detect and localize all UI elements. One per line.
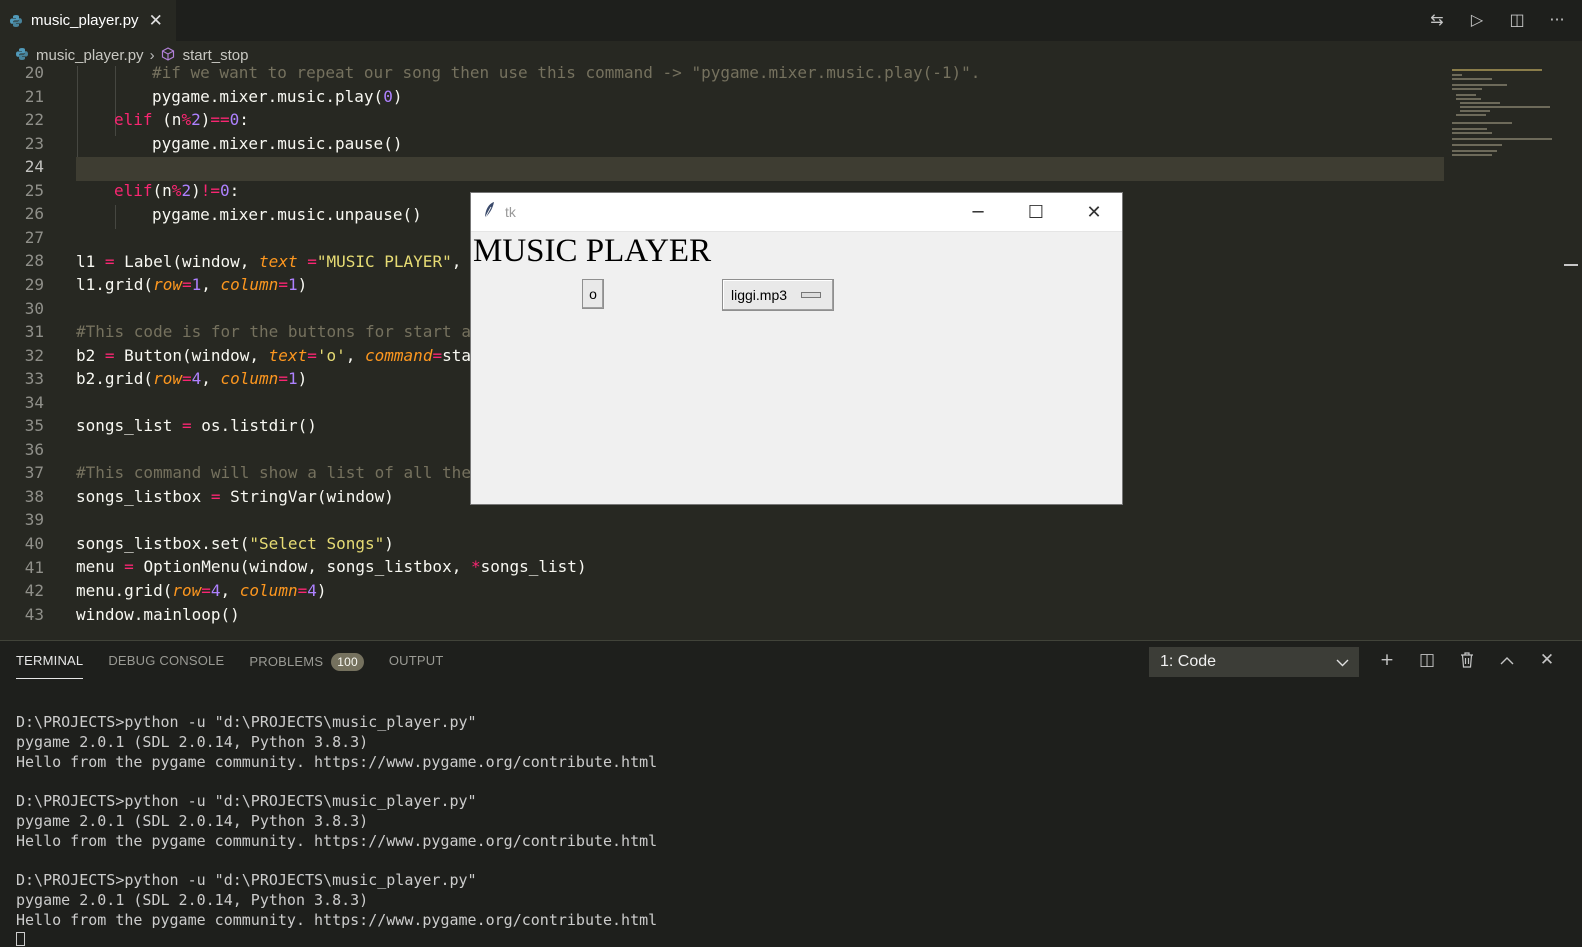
compare-changes-icon[interactable]: ⇆ [1426,8,1448,30]
code-line-43: window.mainloop() [76,605,240,624]
breadcrumb: music_player.py › start_stop [0,41,1582,69]
tab-bar: music_player.py ✕ ⇆ ▷ ◫ ··· [0,0,1582,41]
close-panel-icon[interactable]: ✕ [1536,649,1558,671]
terminal-select-value: 1: Code [1160,653,1217,670]
chevron-down-icon [1336,655,1349,670]
tab-output[interactable]: OUTPUT [389,653,444,679]
problems-label: PROBLEMS [249,654,324,669]
python-file-icon [16,47,28,63]
close-window-icon[interactable]: ✕ [1065,193,1123,231]
code-line-29: l1.grid(row=1, column=1) [76,275,308,294]
close-tab-icon[interactable]: ✕ [149,11,163,31]
maximize-icon[interactable]: ☐ [1007,193,1065,231]
code-line-35: songs_list = os.listdir() [76,416,317,435]
line-number: 39 [24,510,44,530]
code-line-37: #This command will show a list of all th… [76,463,471,482]
tab-title: music_player.py [31,12,139,29]
code-line-20: #if we want to repeat our song then use … [152,66,981,82]
bottom-panel: TERMINAL DEBUG CONSOLE PROBLEMS 100 OUTPU… [0,640,1582,947]
breadcrumb-file[interactable]: music_player.py [36,47,144,64]
option-menu-indicator-icon [801,292,822,298]
tk-title-bar[interactable]: tk ─ ☐ ✕ [471,193,1122,232]
terminal-output[interactable]: D:\PROJECTS>python -u "d:\PROJECTS\music… [16,713,657,931]
tab-terminal[interactable]: TERMINAL [16,653,84,679]
code-line-31: #This code is for the buttons for start … [76,322,481,341]
feather-icon [482,201,496,223]
tab-problems[interactable]: PROBLEMS 100 [249,653,364,679]
tk-title: tk [505,204,516,220]
chevron-right-icon: › [149,46,155,64]
split-terminal-icon[interactable]: ◫ [1416,649,1438,671]
tk-window: tk ─ ☐ ✕ MUSIC PLAYER o liggi.mp3 [470,192,1123,505]
code-line-40: songs_listbox.set("Select Songs") [76,534,394,553]
terminal-cursor [16,932,25,946]
more-actions-icon[interactable]: ··· [1546,8,1568,30]
code-line-38: songs_listbox = StringVar(window) [76,487,394,506]
trash-icon[interactable] [1456,649,1478,671]
code-line-26: pygame.mixer.music.unpause() [152,205,422,224]
line-number: 30 [24,298,44,318]
scrollbar-marker [1564,264,1578,266]
split-editor-icon[interactable]: ◫ [1506,8,1528,30]
line-number: 24 [24,157,44,177]
line-number: 27 [24,227,44,247]
tab-debug-console[interactable]: DEBUG CONSOLE [108,653,224,679]
code-line-41: menu = OptionMenu(window, songs_listbox,… [76,557,587,576]
music-player-label: MUSIC PLAYER [473,233,712,269]
code-line-21: pygame.mixer.music.play(0) [152,87,403,106]
start-stop-button[interactable]: o [582,279,604,309]
python-file-icon [10,14,22,27]
code-line-32: b2 = Button(window, text='o', command=st… [76,346,481,365]
code-line-22: elif (n%2)==0: [114,110,249,129]
breadcrumb-symbol[interactable]: start_stop [183,47,249,64]
option-menu-value: liggi.mp3 [731,287,788,303]
tab-music-player[interactable]: music_player.py ✕ [0,0,176,41]
terminal-select[interactable]: 1: Code [1149,647,1359,677]
problems-count-badge: 100 [331,653,364,671]
code-line-33: b2.grid(row=4, column=1) [76,369,308,388]
line-number: 36 [24,439,44,459]
minimap[interactable] [1450,66,1564,640]
new-terminal-icon[interactable]: + [1376,649,1398,671]
code-line-25: elif(n%2)!=0: [114,181,240,200]
run-icon[interactable]: ▷ [1466,8,1488,30]
code-line-28: l1 = Label(window, text ="MUSIC PLAYER", [76,252,471,271]
songs-option-menu[interactable]: liggi.mp3 [722,279,834,311]
minimize-icon[interactable]: ─ [949,193,1007,231]
maximize-panel-icon[interactable] [1496,649,1518,671]
line-number: 34 [24,392,44,412]
code-line-42: menu.grid(row=4, column=4) [76,581,327,600]
method-symbol-icon [161,46,175,64]
code-line-23: pygame.mixer.music.pause() [152,134,403,153]
